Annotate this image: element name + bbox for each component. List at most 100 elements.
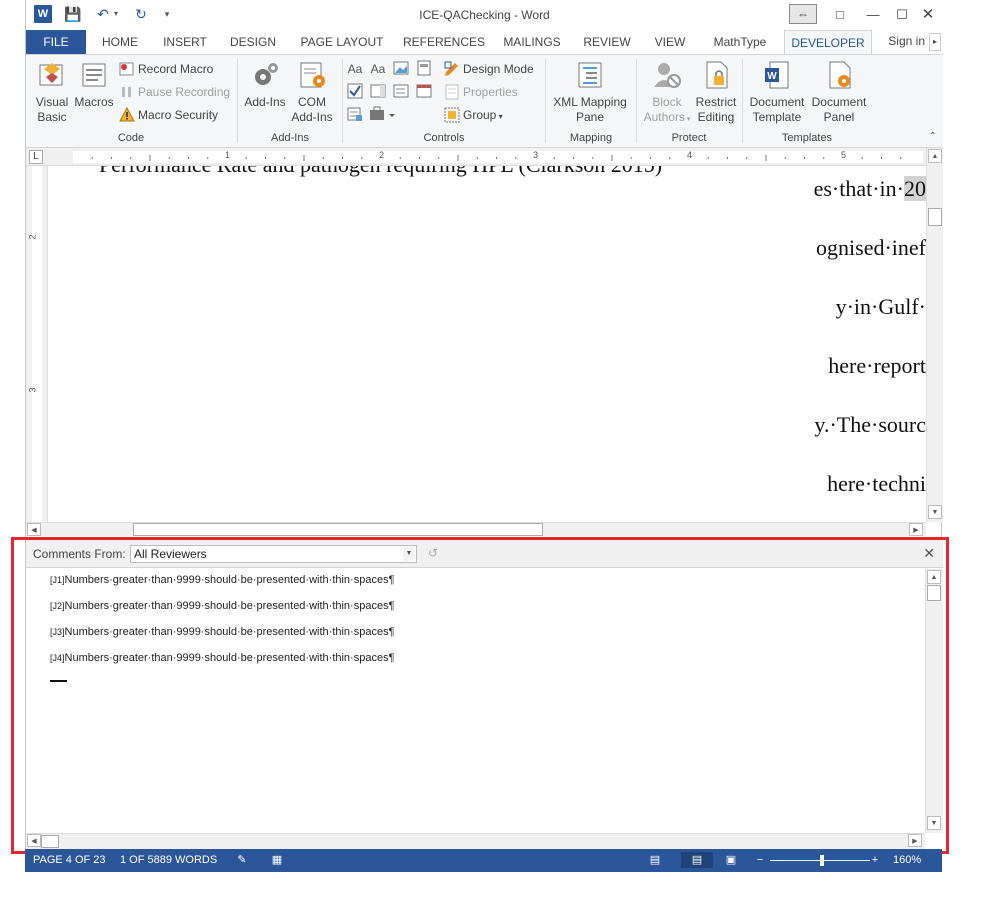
xml-mapping-label-2: Pane [575, 110, 605, 124]
document-line: es·that·in·20 [814, 176, 926, 202]
comments-horizontal-scrollbar[interactable]: ◀ ▶ [26, 833, 925, 849]
read-mode-icon[interactable]: ▤ [647, 852, 663, 868]
scroll-down-icon[interactable]: ▼ [927, 816, 941, 830]
add-ins-button[interactable]: Add-Ins [242, 59, 288, 110]
page-count-status[interactable]: PAGE 4 OF 23 [33, 854, 106, 866]
close-icon[interactable]: ✕ [923, 545, 935, 562]
tab-review[interactable]: REVIEW [576, 30, 638, 54]
tab-selector[interactable]: L [29, 150, 43, 164]
document-panel-button[interactable]: Document Panel [808, 59, 870, 125]
maximize-button[interactable]: ☐ [888, 4, 916, 26]
comments-vertical-scrollbar[interactable]: ▲ ▼ [925, 569, 943, 833]
scroll-left-icon[interactable]: ◀ [27, 834, 41, 847]
properties-label: Properties [463, 85, 518, 99]
xml-mapping-label-1: XML Mapping [553, 95, 627, 109]
xml-mapping-pane-button[interactable]: XML Mapping Pane [548, 59, 632, 125]
scroll-up-icon[interactable]: ▲ [927, 570, 941, 584]
scrollbar-thumb[interactable] [928, 208, 942, 226]
rich-text-content-control-icon[interactable]: Aa [346, 60, 364, 78]
block-authors-dropdown-icon: ▾ [684, 116, 691, 123]
word-document-icon: W [761, 59, 793, 91]
tab-mailings[interactable]: MAILINGS [498, 30, 566, 54]
word-count-status[interactable]: 1 OF 5889 WORDS [120, 854, 217, 866]
tab-page-layout[interactable]: PAGE LAYOUT [294, 30, 390, 54]
tab-view[interactable]: VIEW [646, 30, 694, 54]
help-button[interactable]: □ [826, 4, 854, 26]
print-layout-icon[interactable]: ▤ [681, 852, 713, 868]
legacy-tools-icon[interactable] [369, 106, 399, 124]
reviewer-select[interactable]: All Reviewers ▼ [130, 545, 417, 563]
tab-file[interactable]: FILE [26, 30, 86, 54]
group-button[interactable]: Group ▾ [444, 105, 503, 125]
scrollbar-thumb[interactable] [927, 585, 941, 601]
web-layout-icon[interactable]: ▣ [723, 852, 739, 868]
tab-developer[interactable]: DEVELOPER [784, 30, 872, 54]
scrollbar-thumb[interactable] [41, 835, 59, 848]
comment-item[interactable]: [J4]Numbers·greater·than·9999·should·be·… [50, 652, 394, 664]
zoom-out-icon[interactable]: − [752, 852, 768, 868]
tab-design[interactable]: DESIGN [222, 30, 284, 54]
zoom-level[interactable]: 160% [893, 854, 921, 866]
building-block-gallery-icon[interactable] [415, 60, 433, 78]
repeating-section-content-control-icon[interactable] [346, 106, 364, 124]
end-of-document-mark [50, 680, 67, 682]
pause-recording-button[interactable]: Pause Recording [119, 82, 230, 102]
date-picker-content-control-icon[interactable] [415, 83, 433, 101]
scrollbar-thumb[interactable] [133, 523, 543, 536]
macros-button[interactable]: Macros [72, 59, 116, 110]
block-authors-button[interactable]: Block Authors ▾ [638, 59, 696, 127]
check-box-content-control-icon[interactable] [346, 83, 364, 101]
scroll-left-icon[interactable]: ◀ [27, 523, 41, 536]
drop-down-list-content-control-icon[interactable] [392, 83, 410, 101]
refresh-icon[interactable]: ↺ [424, 546, 442, 562]
tab-home[interactable]: HOME [92, 30, 148, 54]
vertical-ruler[interactable]: 2 3 [26, 166, 48, 522]
comment-text: Numbers·greater·than·9999·should·be·pres… [64, 652, 395, 664]
scroll-up-icon[interactable]: ▲ [928, 149, 942, 163]
macros-icon [78, 59, 110, 91]
macro-security-button[interactable]: Macro Security [119, 105, 218, 125]
tab-references[interactable]: REFERENCES [400, 30, 488, 54]
ruler-ticks [91, 155, 902, 161]
document-line: y·in·Gulf· [835, 294, 926, 319]
record-macro-button[interactable]: Record Macro [119, 59, 213, 79]
chevron-down-icon[interactable]: ▼ [403, 547, 415, 561]
group-separator [545, 59, 546, 143]
scroll-right-icon[interactable]: ▶ [908, 834, 922, 847]
document-horizontal-scrollbar[interactable]: ◀ ▶ [26, 522, 926, 536]
macro-record-status-icon[interactable]: ▦ [269, 852, 285, 868]
comment-mark: [J1] [50, 575, 65, 585]
pause-recording-label: Pause Recording [138, 85, 231, 99]
picture-content-control-icon[interactable] [392, 60, 410, 78]
com-add-ins-button[interactable]: COM Add-Ins [288, 59, 336, 125]
comment-item[interactable]: [J1]Numbers·greater·than·9999·should·be·… [50, 574, 394, 586]
tab-mathtype[interactable]: MathType [702, 30, 778, 54]
combo-box-content-control-icon[interactable] [369, 83, 387, 101]
document-template-button[interactable]: W Document Template [746, 59, 808, 125]
zoom-slider-handle[interactable] [820, 855, 824, 866]
properties-button[interactable]: Properties [444, 82, 518, 102]
zoom-in-icon[interactable]: + [867, 852, 883, 868]
document-vertical-scrollbar[interactable]: ▲ ▼ [926, 148, 943, 522]
close-button[interactable]: ✕ [914, 4, 942, 26]
design-mode-button[interactable]: Design Mode [444, 59, 534, 79]
minimize-button[interactable]: — [859, 4, 887, 26]
sign-in-link[interactable]: Sign in [888, 34, 925, 48]
comment-item[interactable]: [J3]Numbers·greater·than·9999·should·be·… [50, 626, 394, 638]
horizontal-ruler[interactable]: L 1 2 3 4 5 [26, 148, 926, 166]
restrict-editing-button[interactable]: Restrict Editing [692, 59, 740, 125]
comment-item[interactable]: [J2]Numbers·greater·than·9999·should·be·… [50, 600, 394, 612]
comment-highlight[interactable]: 20 [904, 176, 926, 201]
tabs-scroll-right-icon[interactable]: ▸ [929, 33, 941, 51]
ribbon-display-options-button[interactable]: ⇔ [789, 4, 817, 24]
comments-list[interactable]: [J1] Numbers·greater·than·9999·should·be·… [26, 569, 925, 833]
plain-text-content-control-icon[interactable]: Aa [369, 60, 387, 78]
document-canvas[interactable]: Performance Rate and pathogen requiring … [49, 166, 926, 522]
scroll-down-icon[interactable]: ▼ [928, 505, 942, 519]
scroll-right-icon[interactable]: ▶ [909, 523, 923, 536]
visual-basic-button[interactable]: Visual Basic [30, 59, 74, 125]
ruler-number: 2 [27, 234, 38, 240]
tab-insert[interactable]: INSERT [154, 30, 216, 54]
proofing-icon[interactable]: ✎ [234, 852, 250, 868]
collapse-ribbon-icon[interactable]: ⌃ [929, 131, 937, 142]
